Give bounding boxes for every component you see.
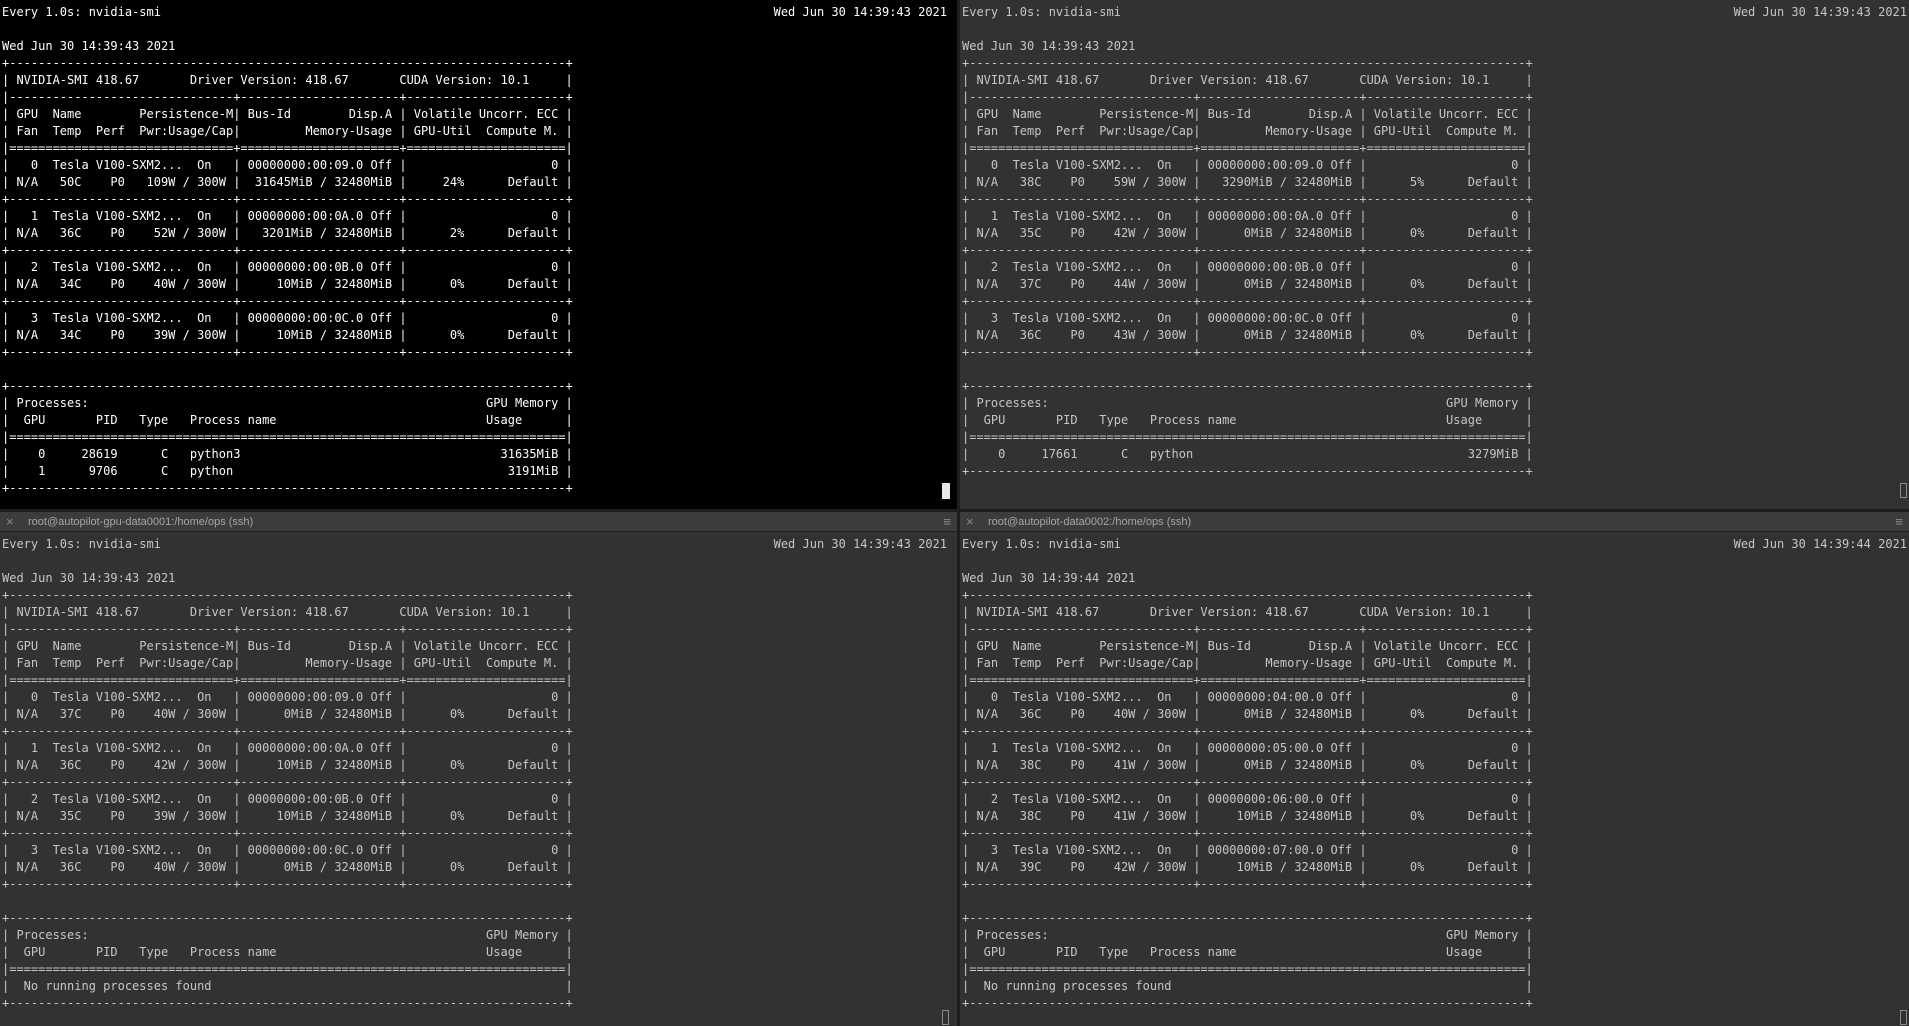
terminal-pane-top-left[interactable]: Every 1.0s: nvidia-smi Wed Jun 30 14:39:… (0, 0, 957, 509)
cursor-hollow (1900, 483, 1907, 498)
cursor-block (942, 483, 950, 499)
watch-header-row: Every 1.0s: nvidia-smi Wed Jun 30 14:39:… (962, 536, 1907, 553)
pane-title-bar[interactable]: × root@autopilot-data0002:/home/ops (ssh… (960, 512, 1909, 532)
watch-header-row: Every 1.0s: nvidia-smi Wed Jun 30 14:39:… (962, 4, 1907, 21)
date-line: Wed Jun 30 14:39:44 2021 (962, 571, 1136, 585)
menu-icon[interactable]: ≡ (1895, 514, 1903, 529)
watch-command: Every 1.0s: nvidia-smi (962, 537, 1121, 551)
watch-timestamp: Wed Jun 30 14:39:43 2021 (1733, 5, 1907, 19)
nvidia-smi-output: +---------------------------------------… (2, 56, 573, 495)
menu-icon[interactable]: ≡ (943, 514, 951, 529)
watch-command: Every 1.0s: nvidia-smi (962, 5, 1121, 19)
horizontal-split-divider[interactable] (0, 509, 1909, 512)
terminal-pane-bottom-left[interactable]: × root@autopilot-gpu-data0001:/home/ops … (0, 512, 957, 1026)
watch-header-row: Every 1.0s: nvidia-smi Wed Jun 30 14:39:… (2, 4, 947, 21)
date-line: Wed Jun 30 14:39:43 2021 (2, 571, 176, 585)
watch-command: Every 1.0s: nvidia-smi (2, 537, 161, 551)
close-icon[interactable]: × (6, 514, 20, 529)
terminal-output: Every 1.0s: nvidia-smi Wed Jun 30 14:39:… (0, 0, 957, 497)
cursor-hollow (942, 1010, 949, 1025)
pane-title-bar[interactable]: × root@autopilot-gpu-data0001:/home/ops … (0, 512, 957, 532)
watch-timestamp: Wed Jun 30 14:39:43 2021 (773, 5, 947, 19)
watch-timestamp: Wed Jun 30 14:39:43 2021 (773, 537, 947, 551)
terminal-output: Every 1.0s: nvidia-smi Wed Jun 30 14:39:… (0, 532, 957, 1012)
date-line: Wed Jun 30 14:39:43 2021 (2, 39, 176, 53)
terminal-output: Every 1.0s: nvidia-smi Wed Jun 30 14:39:… (960, 532, 1909, 1012)
vertical-split-divider[interactable] (957, 0, 960, 1026)
terminal-output: Every 1.0s: nvidia-smi Wed Jun 30 14:39:… (960, 0, 1909, 480)
nvidia-smi-output: +---------------------------------------… (962, 56, 1533, 478)
watch-header-row: Every 1.0s: nvidia-smi Wed Jun 30 14:39:… (2, 536, 947, 553)
pane-title: root@autopilot-data0002:/home/ops (ssh) (988, 515, 1192, 528)
pane-title: root@autopilot-gpu-data0001:/home/ops (s… (28, 515, 254, 528)
date-line: Wed Jun 30 14:39:43 2021 (962, 39, 1136, 53)
terminal-pane-top-right[interactable]: Every 1.0s: nvidia-smi Wed Jun 30 14:39:… (960, 0, 1909, 509)
watch-timestamp: Wed Jun 30 14:39:44 2021 (1733, 537, 1907, 551)
terminal-pane-bottom-right[interactable]: × root@autopilot-data0002:/home/ops (ssh… (960, 512, 1909, 1026)
nvidia-smi-output: +---------------------------------------… (962, 588, 1533, 1010)
close-icon[interactable]: × (966, 514, 980, 529)
terminal-split-view: Every 1.0s: nvidia-smi Wed Jun 30 14:39:… (0, 0, 1909, 1026)
cursor-hollow (1900, 1010, 1907, 1025)
watch-command: Every 1.0s: nvidia-smi (2, 5, 161, 19)
nvidia-smi-output: +---------------------------------------… (2, 588, 573, 1010)
